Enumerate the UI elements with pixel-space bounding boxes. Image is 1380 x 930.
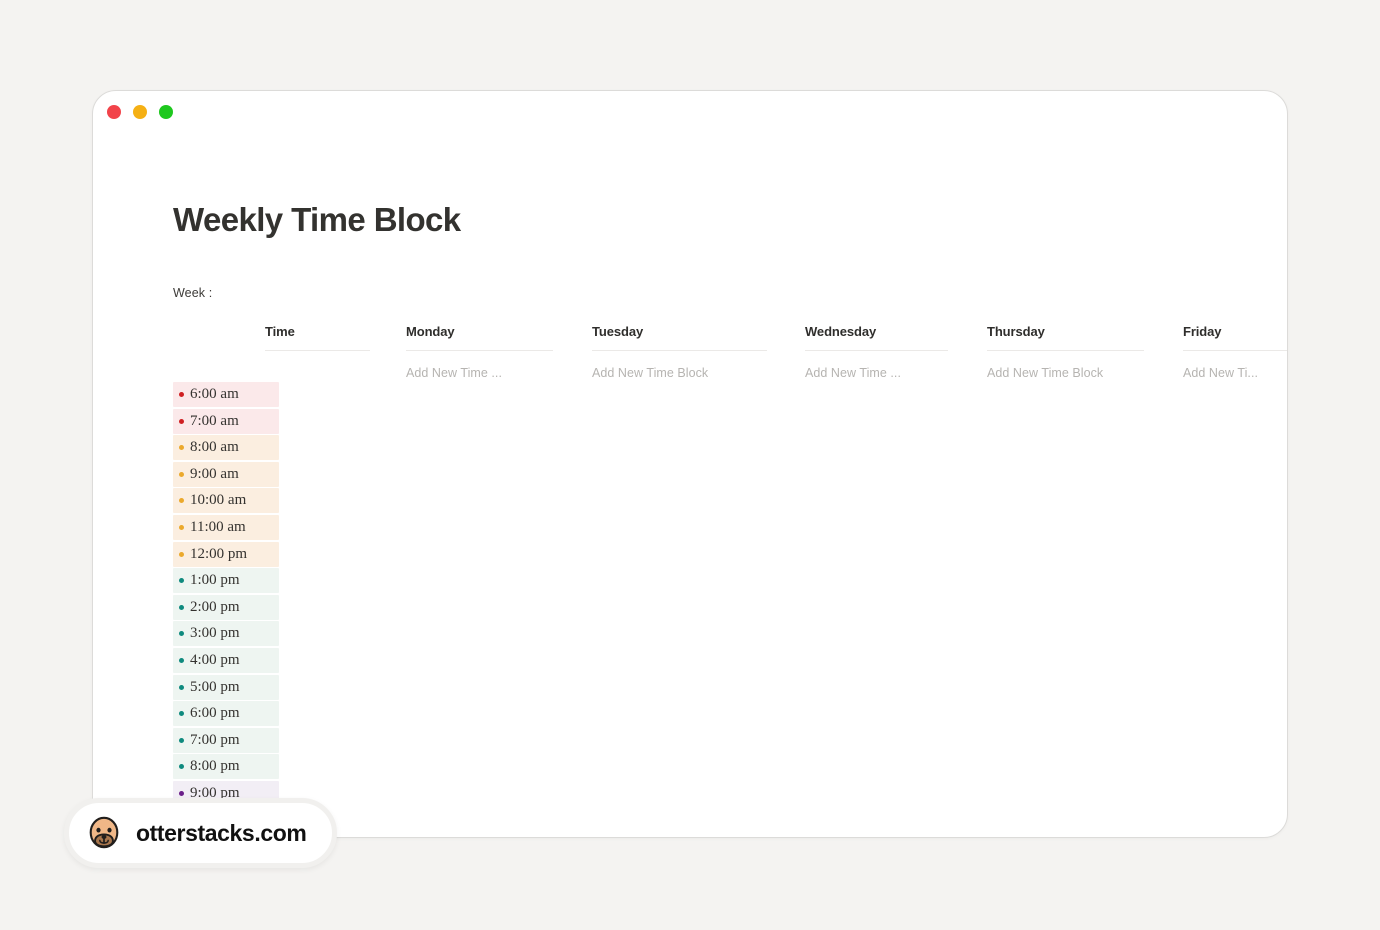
time-label: 4:00 pm [190,651,240,668]
time-bullet-icon [179,684,184,690]
time-bullet-icon [179,551,184,557]
time-row[interactable]: 8:00 am [173,435,279,461]
time-label: 11:00 am [190,518,246,535]
time-label: 1:00 pm [190,572,240,589]
column-title: Wednesday [805,324,877,339]
document-body: Weekly Time Block Week : Time Monday Add N… [173,203,1287,837]
time-label: 3:00 pm [190,625,240,642]
time-label: 7:00 pm [190,731,240,748]
grid-column-friday: Friday Add New Ti... [1183,324,1287,380]
time-bullet-icon [179,790,184,796]
maximize-window-button[interactable] [159,105,173,119]
time-bullet-icon [179,498,184,504]
watermark-badge: otterstacks.com [64,798,338,868]
add-new-time-block-input[interactable]: Add New Time Block [987,366,1144,380]
grid-column-time: Time [265,324,370,351]
page-title: Weekly Time Block [173,201,461,238]
time-bullet-icon [179,631,184,637]
time-bullet-icon [179,604,184,610]
otter-face-icon [89,816,119,849]
time-bullet-icon [179,524,184,530]
time-label: 9:00 am [190,465,239,482]
column-title: Friday [1183,324,1222,339]
time-row[interactable]: 5:00 pm [173,674,279,700]
time-row[interactable]: 2:00 pm [173,594,279,620]
column-headers: Time Monday Add New Time ... Tuesday Add New… [173,324,1287,380]
time-column-rows: 6:00 am 7:00 am 8:00 am 9:00 am 10:00 am 11:0… [173,382,279,808]
time-label: 6:00 pm [190,705,240,722]
window-traffic-lights [107,105,173,119]
column-title: Tuesday [592,324,644,339]
time-label: 10:00 am [190,492,247,509]
time-bullet-icon [179,578,184,584]
time-row[interactable]: 6:00 pm [173,701,279,727]
time-row[interactable]: 11:00 am [173,514,279,540]
time-bullet-icon [179,471,184,477]
time-row[interactable]: 1:00 pm [173,568,279,594]
column-divider [805,350,948,351]
app-window: Weekly Time Block Week : Time Monday Add N… [92,90,1288,838]
grid-column-thursday: Thursday Add New Time Block [987,324,1144,380]
add-new-time-block-input[interactable]: Add New Time Block [592,366,767,380]
time-bullet-icon [179,711,184,717]
weekly-time-block-grid: Time Monday Add New Time ... Tuesday Add New… [173,324,1287,806]
time-row[interactable]: 10:00 am [173,488,279,514]
add-new-time-block-input[interactable]: Add New Time ... [406,366,553,380]
time-bullet-icon [179,737,184,743]
time-row[interactable]: 7:00 pm [173,727,279,753]
column-divider [265,350,370,351]
minimize-window-button[interactable] [133,105,147,119]
time-row[interactable]: 4:00 pm [173,647,279,673]
grid-column-tuesday: Tuesday Add New Time Block [592,324,767,380]
time-label: 2:00 pm [190,598,240,615]
time-label: 6:00 am [190,386,239,402]
time-label: 7:00 am [190,412,239,429]
week-label: Week : [173,286,213,300]
time-label: 5:00 pm [190,678,240,695]
grid-column-monday: Monday Add New Time ... [406,324,553,380]
time-label: 8:00 am [190,439,239,456]
close-window-button[interactable] [107,105,121,119]
column-divider [406,350,553,351]
grid-column-wednesday: Wednesday Add New Time ... [805,324,948,380]
time-label: 12:00 pm [190,545,248,562]
time-bullet-icon [179,764,184,770]
time-row[interactable]: 7:00 am [173,408,279,434]
time-bullet-icon [179,392,184,397]
add-new-time-block-input[interactable]: Add New Time ... [805,366,948,380]
column-title: Monday [406,324,455,339]
time-row[interactable]: 12:00 pm [173,541,279,567]
time-row[interactable]: 8:00 pm [173,754,279,780]
column-divider [987,350,1144,351]
time-row[interactable]: 6:00 am [173,382,279,407]
time-label: 8:00 pm [190,758,240,775]
column-divider [592,350,767,351]
column-title: Thursday [987,324,1045,339]
time-bullet-icon [179,657,184,663]
column-title: Time [265,324,295,339]
time-row[interactable]: 3:00 pm [173,621,279,647]
time-bullet-icon [179,445,184,451]
column-divider [1183,350,1287,351]
time-bullet-icon [179,418,184,424]
time-row[interactable]: 9:00 am [173,461,279,487]
watermark-label: otterstacks.com [136,819,307,846]
add-new-time-block-input[interactable]: Add New Ti... [1183,366,1287,380]
